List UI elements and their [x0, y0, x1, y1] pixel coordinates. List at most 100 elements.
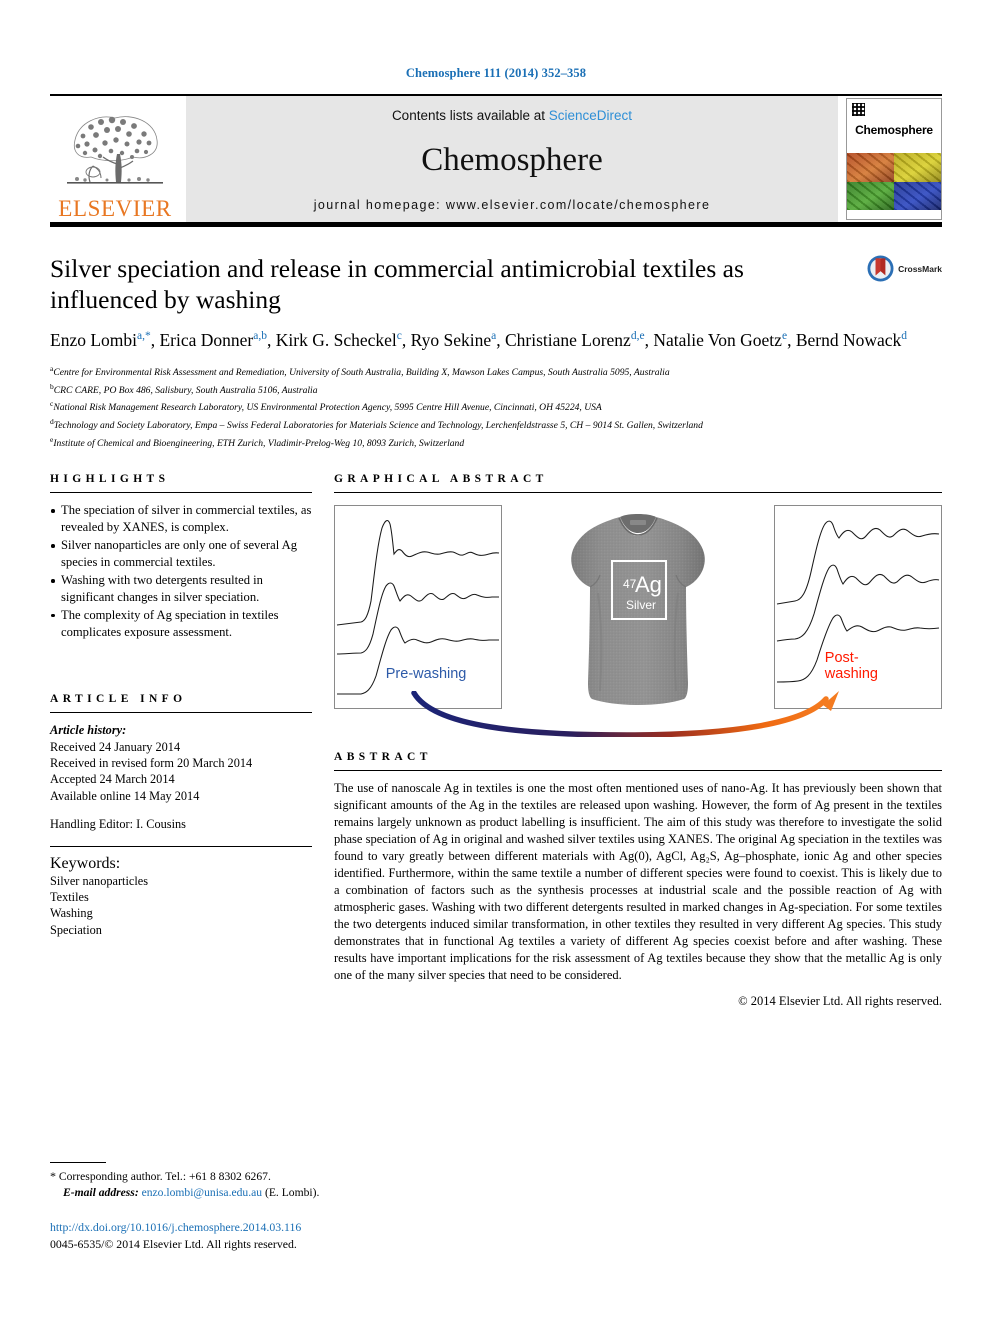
footnote-rule [50, 1162, 106, 1163]
keyword-item: Silver nanoparticles [50, 873, 149, 888]
tshirt-graphic: 47 Ag Silver [563, 505, 713, 713]
contents-prefix: Contents lists available at [391, 108, 549, 123]
article-history-list: Received 24 January 2014 Received in revi… [50, 739, 312, 804]
crossmark-badge[interactable]: CrossMark [867, 255, 942, 282]
pre-washing-label: Pre-washing [385, 666, 467, 683]
page-title: Silver speciation and release in commerc… [50, 254, 744, 315]
doi-link[interactable]: http://dx.doi.org/10.1016/j.chemosphere.… [50, 1219, 610, 1236]
handling-editor: Handling Editor: I. Cousins [50, 817, 186, 832]
affiliation-line: aCentre for Environmental Risk Assessmen… [50, 363, 670, 379]
author-affiliation-marker: a [491, 330, 497, 343]
highlights-heading: HIGHLIGHTS [50, 473, 170, 486]
keywords-label: Keywords: [50, 854, 121, 872]
highlights-rule [50, 492, 312, 494]
highlights-list: The speciation of silver in commercial t… [50, 502, 312, 640]
content-columns: HIGHLIGHTS The speciation of silver in c… [50, 473, 942, 1008]
running-head: Chemosphere 111 (2014) 352–358 [405, 66, 587, 80]
post-washing-label: Post-washing [824, 650, 879, 683]
journal-band: Contents lists available at ScienceDirec… [186, 96, 838, 222]
email-note: E-mail address: enzo.lombi@unisa.edu.au … [50, 1185, 610, 1201]
affiliation-line: bCRC CARE, PO Box 486, Salisbury, South … [50, 381, 318, 396]
article-history-item: Received in revised form 20 March 2014 [50, 756, 253, 771]
crossmark-label: CrossMark [898, 263, 942, 274]
keyword-item: Textiles [50, 889, 89, 904]
article-history-item: Received 24 January 2014 [50, 739, 181, 754]
pre-washing-spectra-panel: Pre-washing [334, 505, 502, 710]
abstract-copyright: © 2014 Elsevier Ltd. All rights reserved… [738, 993, 942, 1008]
email-owner: (E. Lombi). [264, 1186, 320, 1200]
leaf-quadrant-orange [847, 153, 894, 182]
highlight-item: Washing with two detergents resulted in … [50, 572, 312, 606]
cover-bottom-strip [847, 210, 941, 219]
footnotes-block: * Corresponding author. Tel.: +61 8 8302… [50, 1162, 610, 1253]
email-label: E-mail address: [63, 1186, 139, 1200]
affiliation-line: cNational Risk Management Research Labor… [50, 399, 602, 414]
abstract-section: ABSTRACT The use of nanoscale Ag in text… [334, 751, 942, 1008]
post-washing-spectra-panel: Post-washing [774, 505, 942, 710]
element-name: Silver [626, 598, 656, 612]
leaf-quadrant-blue [894, 181, 941, 210]
author-affiliation-marker: d [901, 330, 908, 343]
sciencedirect-link[interactable]: ScienceDirect [549, 108, 632, 123]
issn-copyright: 0045-6535/© 2014 Elsevier Ltd. All right… [50, 1237, 297, 1251]
elsevier-wordmark: ELSEVIER [58, 196, 172, 221]
article-history-item: Accepted 24 March 2014 [50, 772, 175, 787]
graphical-abstract-heading: GRAPHICAL ABSTRACT [334, 473, 548, 486]
affiliation-marker: b [50, 381, 54, 391]
masthead-bottom-rule [50, 222, 942, 227]
journal-masthead: ELSEVIER Contents lists available at Sci… [50, 94, 942, 222]
affiliation-marker: d [50, 417, 54, 426]
keywords-rule [50, 845, 312, 847]
highlight-item: Silver nanoparticles are only one of sev… [50, 537, 312, 571]
author-affiliation-marker: e [781, 330, 788, 343]
journal-name: Chemosphere [421, 142, 603, 178]
affiliation-marker: a [50, 363, 54, 373]
author-list: Enzo Lombia,*, Erica Donnera,b, Kirk G. … [50, 330, 908, 351]
article-info-body: Article history: Received 24 January 201… [50, 722, 312, 832]
affiliation-list: aCentre for Environmental Risk Assessmen… [50, 363, 942, 452]
abstract-heading: ABSTRACT [334, 751, 432, 764]
article-first-page: Chemosphere 111 (2014) 352–358 ELSEVIER … [0, 0, 992, 1323]
affiliation-marker: c [50, 399, 54, 409]
doi-block: http://dx.doi.org/10.1016/j.chemosphere.… [50, 1219, 610, 1253]
affiliation-line: dTechnology and Society Laboratory, Empa… [50, 417, 703, 432]
abstract-rule [334, 770, 942, 772]
leaf-quadrant-green [847, 181, 894, 210]
tshirt-icon: 47 Ag Silver [571, 514, 705, 706]
author-affiliation-marker: a,b [253, 330, 267, 343]
left-column: HIGHLIGHTS The speciation of silver in c… [50, 473, 312, 1008]
article-info-heading: ARTICLE INFO [50, 693, 187, 706]
journal-homepage[interactable]: journal homepage: www.elsevier.com/locat… [314, 198, 711, 212]
element-symbol: Ag [635, 572, 662, 597]
elsevier-tree-icon [67, 116, 163, 184]
crossmark-icon [867, 255, 894, 282]
cover-leaf-image [847, 153, 941, 210]
author-name: Bernd Nowack [795, 330, 902, 351]
author-name: Enzo Lombi [50, 330, 137, 351]
affiliation-line: eInstitute of Chemical and Bioengineerin… [50, 434, 465, 449]
email-link[interactable]: enzo.lombi@unisa.edu.au [142, 1186, 262, 1199]
contents-available-line: Contents lists available at ScienceDirec… [392, 108, 632, 123]
title-block: CrossMark Silver speciation and release … [50, 253, 942, 451]
elsevier-logo: ELSEVIER [50, 96, 180, 222]
author-name: Ryo Sekine [410, 330, 492, 351]
abstract-text: The use of nanoscale Ag in textiles is o… [334, 781, 942, 982]
author-name: Christiane Lorenz [504, 330, 631, 351]
author-name: Kirk G. Scheckel [275, 330, 397, 351]
article-info-rule [50, 712, 312, 714]
highlight-item: The speciation of silver in commercial t… [50, 502, 312, 536]
graphical-abstract-section: GRAPHICAL ABSTRACT Pre-washing 47 Ag Sil… [334, 473, 942, 738]
keyword-item: Washing [50, 906, 93, 921]
graphical-abstract-figure: Pre-washing 47 Ag Silver Post-washing [334, 505, 942, 738]
author-affiliation-marker: c [396, 330, 402, 343]
author-name: Erica Donner [159, 330, 254, 351]
qr-code-icon [852, 103, 865, 116]
affiliation-marker: e [50, 434, 54, 444]
journal-cover-thumbnail: Chemosphere [846, 98, 942, 220]
highlights-section: HIGHLIGHTS The speciation of silver in c… [50, 473, 312, 640]
author-affiliation-marker: a,* [137, 330, 151, 343]
right-column: GRAPHICAL ABSTRACT Pre-washing 47 Ag Sil… [312, 473, 942, 1008]
highlight-item: The complexity of Ag speciation in texti… [50, 607, 312, 641]
keywords-list: Silver nanoparticles Textiles Washing Speci… [50, 873, 312, 938]
leaf-quadrant-yellow [894, 153, 941, 182]
